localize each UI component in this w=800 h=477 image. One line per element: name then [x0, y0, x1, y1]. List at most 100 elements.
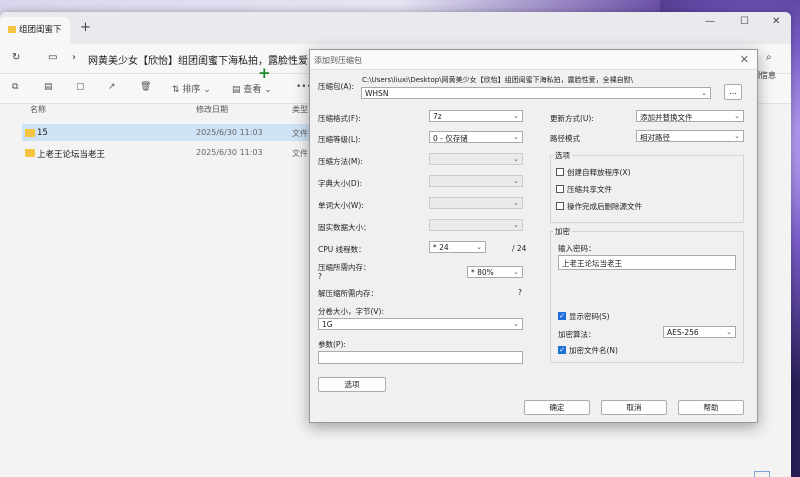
- file-type: 文件: [292, 149, 308, 158]
- split-value: 1G: [322, 320, 333, 329]
- column-name[interactable]: 名称: [30, 104, 46, 115]
- solid-select: ⌄: [429, 219, 523, 231]
- archive-name-combo[interactable]: WHSN ⌄: [361, 87, 711, 99]
- rename-icon[interactable]: ▢: [76, 82, 85, 92]
- chevron-down-icon: ⌄: [734, 112, 740, 120]
- file-row[interactable]: 15 2025/6/30 11:03 文件: [22, 124, 312, 141]
- chevron-down-icon: ⌄: [513, 268, 519, 276]
- shared-label: 压缩共享文件: [567, 185, 612, 194]
- file-name: 上老王论坛当老王: [37, 150, 106, 160]
- password-label: 输入密码：: [558, 244, 596, 253]
- update-value: 添加并替换文件: [640, 113, 693, 122]
- options-button[interactable]: 选项: [318, 377, 386, 392]
- ok-button[interactable]: 确定: [524, 400, 590, 415]
- update-label: 更新方式(U):: [550, 114, 594, 123]
- sfx-label: 创建自释放程序(X): [567, 168, 631, 177]
- cancel-button[interactable]: 取消: [601, 400, 667, 415]
- cpu-max: / 24: [512, 244, 527, 253]
- dialog-title: 添加到压缩包: [314, 56, 362, 65]
- update-select[interactable]: 添加并替换文件 ⌄: [636, 110, 744, 122]
- folder-tab-icon: [8, 26, 16, 33]
- view-label: 查看: [243, 85, 262, 95]
- cpu-value: * 24: [433, 243, 449, 252]
- solid-label: 固实数据大小：: [318, 223, 371, 232]
- column-date[interactable]: 修改日期: [196, 104, 228, 115]
- chevron-down-icon: ⌄: [734, 132, 740, 140]
- show-password-checkbox[interactable]: ✓: [558, 312, 566, 320]
- share-icon[interactable]: ↗: [108, 82, 116, 92]
- path-mode-select[interactable]: 相对路径 ⌄: [636, 130, 744, 142]
- add-to-archive-dialog: 添加到压缩包 ✕ 压缩包(A): C:\Users\liuxi\Desktop\…: [309, 49, 758, 423]
- enc-method-select[interactable]: AES-256 ⌄: [663, 326, 736, 338]
- file-row[interactable]: 上老王论坛当老王 2025/6/30 11:03 文件: [22, 144, 312, 161]
- dict-select: ⌄: [429, 175, 523, 187]
- params-input[interactable]: [318, 351, 523, 364]
- chevron-down-icon: ⌄: [513, 199, 519, 207]
- sfx-checkbox[interactable]: [556, 168, 564, 176]
- format-label: 压缩格式(F):: [318, 114, 361, 123]
- column-type[interactable]: 类型: [292, 104, 308, 115]
- decomp-label: 解压缩所需内存：: [318, 289, 378, 298]
- delete-icon[interactable]: 🗑: [140, 82, 151, 92]
- paste-icon[interactable]: ▤: [44, 82, 53, 92]
- archive-path: C:\Users\liuxi\Desktop\网黄美少女【欣怡】组团闺蜜下海私拍…: [362, 76, 633, 84]
- level-select[interactable]: 0 - 仅存储 ⌄: [429, 131, 523, 143]
- mem-label: 压缩所需内存：: [318, 263, 371, 272]
- chevron-down-icon: ⌄: [513, 320, 519, 328]
- mem-unknown: ?: [318, 272, 322, 281]
- show-password-label: 显示密码(S): [569, 312, 610, 321]
- mem-select[interactable]: * 80% ⌄: [467, 266, 523, 278]
- tab-current[interactable]: 组团闺蜜下: [0, 17, 70, 44]
- options-group-title: 选项: [553, 150, 572, 161]
- encrypt-names-checkbox[interactable]: ✓: [558, 346, 566, 354]
- decomp-value: ?: [518, 288, 522, 297]
- cpu-label: CPU 线程数：: [318, 245, 366, 254]
- split-combo[interactable]: 1G ⌄: [318, 318, 523, 330]
- word-label: 单词大小(W):: [318, 201, 364, 210]
- search-icon[interactable]: ⌕: [766, 52, 772, 63]
- file-type: 文件: [292, 129, 308, 138]
- mem-value: * 80%: [471, 268, 494, 277]
- sort-button[interactable]: ⇅ 排序 ⌄: [172, 82, 211, 95]
- folder-icon: [25, 149, 35, 157]
- format-select[interactable]: 7z ⌄: [429, 110, 523, 122]
- chevron-right-icon[interactable]: ›: [72, 52, 76, 63]
- chevron-down-icon: ⌄: [476, 243, 482, 251]
- dialog-close-icon[interactable]: ✕: [740, 53, 749, 66]
- dialog-titlebar: 添加到压缩包 ✕: [310, 50, 757, 70]
- address-path[interactable]: 网黄美少女【欣怡】组团闺蜜下海私拍，露脸性爱，全: [88, 52, 328, 67]
- folder-icon: [25, 129, 35, 137]
- method-select: ⌄: [429, 153, 523, 165]
- file-date: 2025/6/30 11:03: [196, 148, 263, 157]
- archive-name-value: WHSN: [365, 89, 389, 98]
- password-input[interactable]: 上老王论坛当老王: [558, 255, 736, 270]
- split-label: 分卷大小，字节(V):: [318, 307, 385, 316]
- cpu-select[interactable]: * 24 ⌄: [429, 241, 486, 253]
- copy-icon[interactable]: ⧉: [12, 82, 18, 92]
- monitor-icon[interactable]: ▭: [48, 52, 57, 63]
- path-mode-label: 路径模式: [550, 134, 580, 143]
- tab-bar: 组团闺蜜下 + — ☐ ✕: [0, 12, 791, 44]
- chevron-down-icon: ⌄: [513, 177, 519, 185]
- browse-button[interactable]: ...: [724, 84, 742, 100]
- format-value: 7z: [433, 112, 442, 121]
- tab-title: 组团闺蜜下: [19, 25, 62, 35]
- enc-method-label: 加密算法：: [558, 330, 596, 339]
- level-value: 0 - 仅存储: [433, 134, 468, 143]
- chevron-down-icon: ⌄: [513, 155, 519, 163]
- minimize-icon[interactable]: —: [705, 16, 715, 27]
- delete-source-checkbox[interactable]: [556, 202, 564, 210]
- view-button[interactable]: ▤ 查看 ⌄: [232, 82, 272, 95]
- shared-checkbox[interactable]: [556, 185, 564, 193]
- maximize-icon[interactable]: ☐: [740, 16, 749, 27]
- params-label: 参数(P):: [318, 340, 346, 349]
- help-button[interactable]: 帮助: [678, 400, 744, 415]
- close-icon[interactable]: ✕: [772, 16, 780, 27]
- refresh-icon[interactable]: ↻: [12, 52, 20, 63]
- chevron-down-icon: ⌄: [513, 221, 519, 229]
- new-tab-icon[interactable]: +: [80, 20, 91, 35]
- chevron-down-icon: ⌄: [513, 133, 519, 141]
- encrypt-group-title: 加密: [553, 226, 572, 237]
- crosshair-cursor-icon: +: [258, 64, 271, 82]
- encrypt-names-label: 加密文件名(N): [569, 346, 618, 355]
